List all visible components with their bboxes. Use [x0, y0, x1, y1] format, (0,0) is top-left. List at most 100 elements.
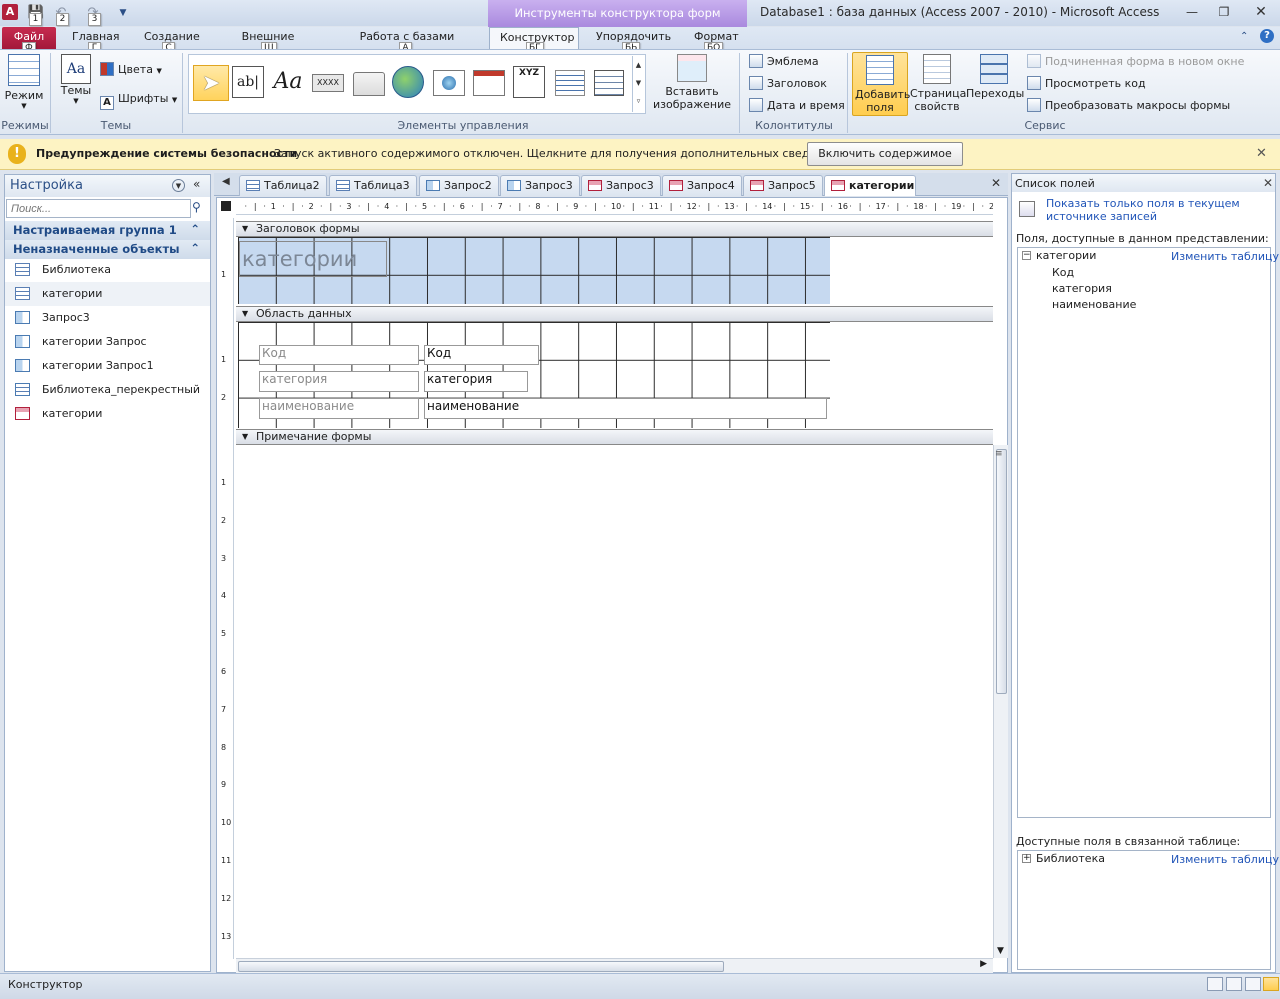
collapse-group-icon[interactable]: ⌃ [190, 241, 200, 255]
nav-group-unassigned[interactable]: Неназначенные объекты ⌃ [5, 240, 210, 259]
nav-pane-title[interactable]: Настройка [10, 178, 83, 193]
doc-tab-kategorii-active[interactable]: категории [824, 175, 916, 196]
field-naimenovanie[interactable]: наименование [424, 398, 827, 419]
nav-item-zapros3[interactable]: Запрос3 [5, 306, 210, 330]
select-pointer-icon[interactable]: ➤ [193, 65, 229, 101]
themes-button[interactable]: Aa Темы ▼ [56, 54, 96, 116]
layout-view-icon[interactable] [1226, 977, 1242, 991]
access-app-icon[interactable]: A [2, 4, 18, 20]
form-view-icon[interactable] [1207, 977, 1223, 991]
doc-tab-zapros5[interactable]: Запрос5 [743, 175, 823, 196]
field-item-kategoriya[interactable]: категория [1052, 282, 1112, 295]
tab-control-icon[interactable] [353, 72, 385, 96]
doc-tab-zapros4[interactable]: Запрос4 [662, 175, 742, 196]
form-title-label[interactable]: категории [239, 241, 387, 277]
close-icon[interactable]: ✕ [1256, 146, 1267, 161]
tab-scroll-left-icon[interactable]: ◀ [222, 176, 230, 187]
view-mode-button[interactable]: Режим ▼ [4, 54, 44, 116]
nav-item-biblioteka[interactable]: Библиотека [5, 258, 210, 282]
nav-item-kategorii-form[interactable]: категории [5, 402, 210, 426]
query-icon [15, 311, 30, 324]
field-kategoriya[interactable]: категория [424, 371, 528, 392]
hyperlink-control-icon[interactable] [392, 66, 424, 98]
field-kod[interactable]: Код [424, 345, 539, 365]
help-icon[interactable]: ? [1260, 29, 1274, 43]
doc-tab-zapros3[interactable]: Запрос3 [500, 175, 580, 196]
horizontal-scrollbar[interactable]: ▶ [236, 958, 993, 973]
enable-content-button[interactable]: Включить содержимое [807, 142, 963, 166]
option-group-icon[interactable]: XYZ [513, 66, 545, 98]
insert-page-break-icon[interactable] [555, 70, 585, 96]
scroll-right-icon[interactable]: ▶ [980, 959, 987, 969]
horizontal-ruler[interactable]: 1 · | · 2 · | · 3 · | · 4 · | · 5 · | · 6 · | · 7 · | · 8 · | · 9 · | · 10 · |… [236, 200, 993, 215]
nav-group-custom[interactable]: Настраиваемая группа 1 ⌃ [5, 221, 210, 240]
scroll-down-icon[interactable]: ▼ [997, 946, 1004, 956]
section-bar-detail[interactable]: Область данных [236, 306, 993, 322]
subform-new-window-button[interactable]: Подчиненная форма в новом окне [1027, 52, 1244, 72]
insert-image-button[interactable]: Вставить изображение [650, 54, 734, 116]
search-icon[interactable]: ⚲ [192, 200, 201, 214]
colors-button[interactable]: Цвета ▼ [100, 60, 162, 80]
customize-qat-icon[interactable]: ▼ [114, 4, 132, 22]
form-icon [15, 407, 30, 420]
nav-item-kategorii-zapros[interactable]: категории Запрос [5, 330, 210, 354]
label-control-icon[interactable]: Aa [270, 64, 306, 100]
label-kod[interactable]: Код [259, 345, 419, 365]
restore-button[interactable]: ❐ [1211, 2, 1237, 22]
label-kategoriya[interactable]: категория [259, 371, 419, 392]
section-bar-form-header[interactable]: Заголовок формы [236, 221, 993, 237]
close-field-list-icon[interactable]: ✕ [1263, 176, 1273, 190]
nav-group-label: Настраиваемая группа 1 [13, 223, 177, 237]
property-sheet-button[interactable]: Страница свойств [910, 52, 966, 116]
close-window-button[interactable]: ✕ [1248, 2, 1274, 22]
field-item-naimenovanie[interactable]: наименование [1052, 298, 1136, 311]
tree-table-kategorii[interactable]: категории [1036, 249, 1096, 262]
close-document-icon[interactable]: ✕ [991, 176, 1001, 190]
web-browser-control-icon[interactable] [433, 70, 465, 96]
doc-tab-tablica2[interactable]: Таблица2 [239, 175, 327, 196]
field-item-kod[interactable]: Код [1052, 266, 1074, 279]
button-control-icon[interactable]: XXXX [312, 74, 344, 92]
nav-item-crosstab[interactable]: Библиотека_перекрестный [5, 378, 210, 402]
title-button[interactable]: Заголовок [749, 74, 827, 94]
related-edit-table-link[interactable]: Изменить таблицу [1171, 853, 1279, 866]
label-naimenovanie[interactable]: наименование [259, 398, 419, 419]
nav-item-kategorii-table[interactable]: категории [5, 282, 210, 306]
tab-order-button[interactable]: Переходы [966, 52, 1024, 116]
gallery-scroll-icon[interactable]: ▲ ▼ ▿ [632, 56, 644, 112]
date-time-button[interactable]: Дата и время [749, 96, 845, 116]
design-view-icon[interactable] [1263, 977, 1279, 991]
fonts-button[interactable]: A Шрифты ▼ [100, 89, 177, 110]
navigation-control-icon[interactable] [473, 70, 505, 96]
logo-button[interactable]: Эмблема [749, 52, 819, 72]
doc-tab-tablica3[interactable]: Таблица3 [329, 175, 417, 196]
datasheet-view-small-icon[interactable] [1245, 977, 1261, 991]
textbox-control-icon[interactable]: ab| [232, 66, 264, 98]
vertical-ruler[interactable]: 1 1 2 1 2 3 4 5 6 7 8 9 10 11 12 13 [219, 218, 234, 959]
vertical-scrollbar[interactable]: ▼ [993, 445, 1008, 958]
shutter-bar-close-icon[interactable]: « [193, 177, 200, 191]
collapse-ribbon-icon[interactable]: ⌃ [1240, 31, 1248, 42]
view-code-button[interactable]: Просмотреть код [1027, 74, 1146, 94]
scroll-thumb[interactable] [238, 961, 724, 972]
scroll-thumb[interactable] [996, 449, 1007, 694]
convert-macros-button[interactable]: Преобразовать макросы формы [1027, 96, 1230, 116]
nav-search-input[interactable] [6, 199, 191, 218]
edit-table-link[interactable]: Изменить таблицу [1171, 250, 1279, 263]
combo-box-icon[interactable] [594, 70, 624, 96]
nav-item-kategorii-zapros1[interactable]: категории Запрос1 [5, 354, 210, 378]
ruler-tick: | [594, 202, 597, 211]
doc-tab-zapros2[interactable]: Запрос2 [419, 175, 499, 196]
security-warning-message[interactable]: Запуск активного содержимого отключен. Щ… [274, 147, 841, 160]
section-bar-form-footer[interactable]: Примечание формы [236, 429, 993, 445]
tree-table-biblioteka[interactable]: Библиотека [1036, 852, 1105, 865]
nav-menu-chevron-icon[interactable]: ▼ [172, 179, 185, 192]
expand-tree-icon[interactable]: + [1022, 854, 1031, 863]
doc-tab-zapros3-form[interactable]: Запрос3 [581, 175, 661, 196]
form-selector[interactable] [221, 201, 231, 211]
add-existing-fields-button[interactable]: Добавить поля [852, 52, 910, 116]
collapse-tree-icon[interactable]: − [1022, 251, 1031, 260]
minimize-button[interactable]: — [1179, 2, 1205, 22]
show-only-current-source-link[interactable]: Показать только поля в текущем источнике… [1046, 197, 1272, 223]
collapse-group-icon[interactable]: ⌃ [190, 222, 200, 236]
